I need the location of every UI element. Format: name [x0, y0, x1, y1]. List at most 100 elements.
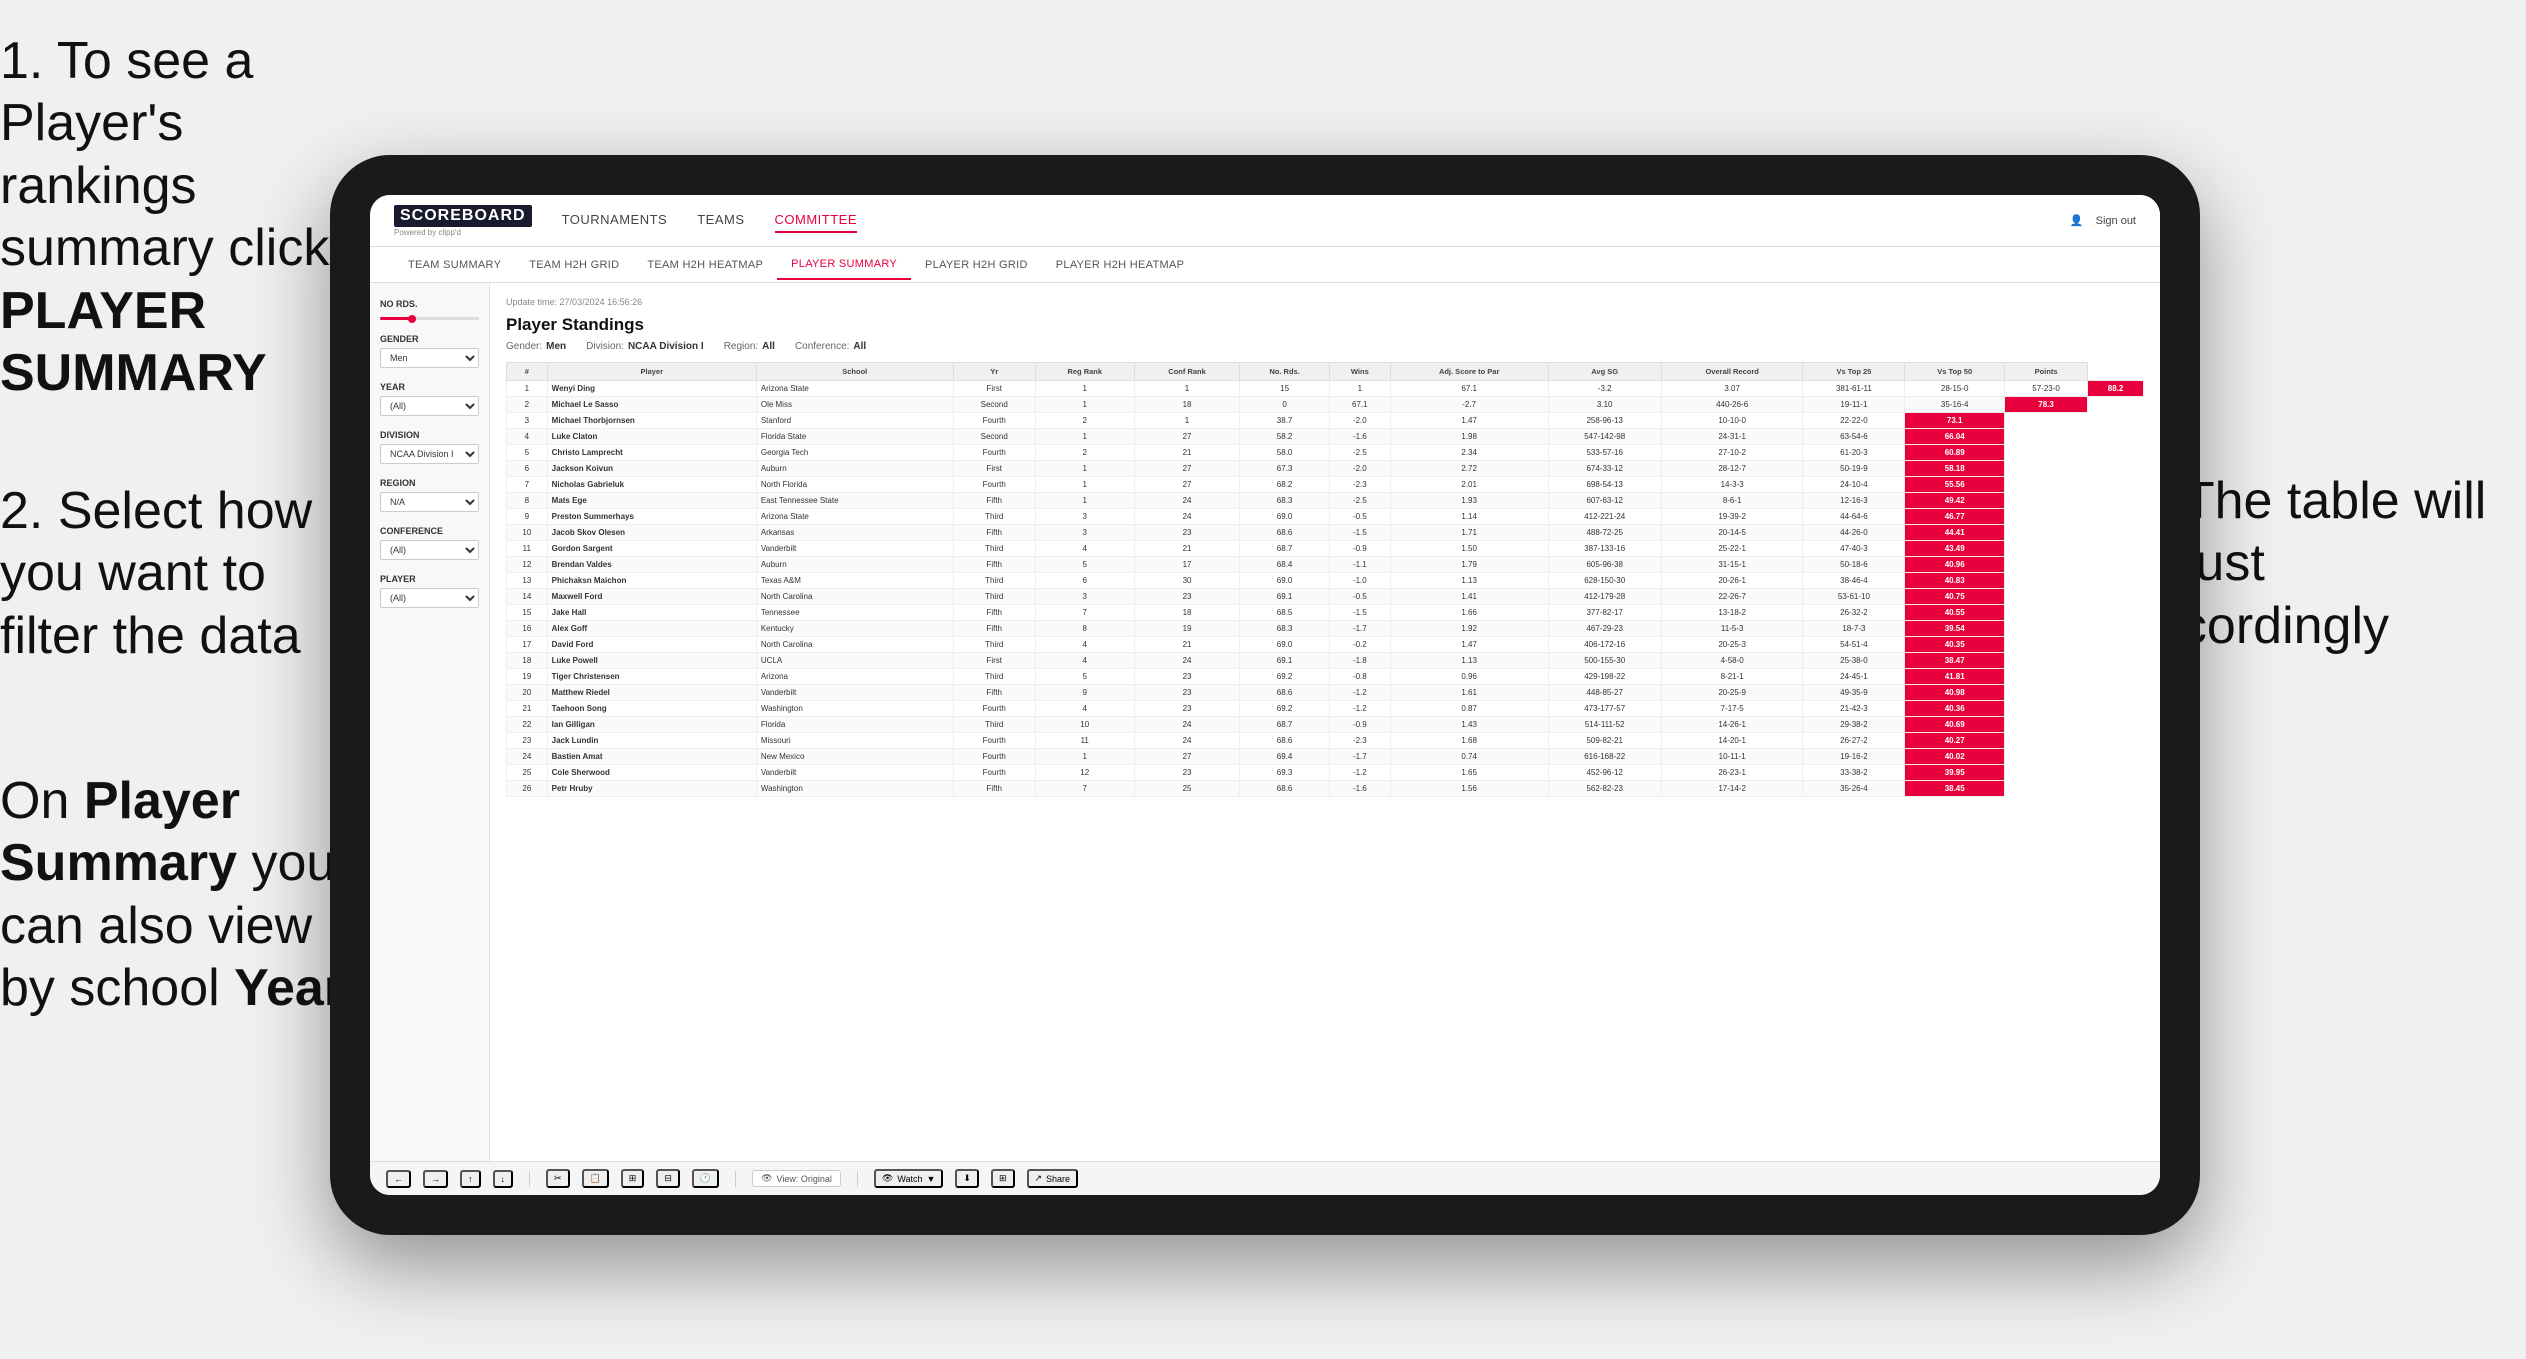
table-row: 20Matthew RiedelVanderbiltFifth92368.6-1… [507, 685, 2144, 701]
annotation-3-bottom: On Player Summary you can also view by s… [0, 770, 380, 1020]
sidebar-slider-thumb[interactable] [408, 315, 416, 323]
logo-text: SCOREBOARD [394, 205, 532, 227]
col-overall-record: Overall Record [1661, 363, 1803, 381]
nav-sub-player-h2h-heatmap[interactable]: PLAYER H2H HEATMAP [1042, 251, 1198, 279]
col-conf-rank: Conf Rank [1134, 363, 1240, 381]
annotation-1-text: 1. To see a Player's rankings summary cl… [0, 30, 380, 404]
sidebar: No Rds. Gender Men Year (All) [370, 283, 490, 1161]
sidebar-division-select[interactable]: NCAA Division I [380, 444, 479, 464]
table-row: 15Jake HallTennesseeFifth71868.5-1.51.66… [507, 605, 2144, 621]
toolbar-plus-btn[interactable]: ⊞ [621, 1169, 645, 1188]
nav-sub-player-h2h-grid[interactable]: PLAYER H2H GRID [911, 251, 1042, 279]
table-row: 21Taehoon SongWashingtonFourth42369.2-1.… [507, 701, 2144, 717]
nav-right: 👤 Sign out [2070, 214, 2136, 227]
nav-sub-team-h2h-grid[interactable]: TEAM H2H GRID [515, 251, 633, 279]
sidebar-conference-label: Conference [380, 526, 479, 536]
sidebar-division: Division NCAA Division I [380, 430, 479, 464]
annotation-2: 2. Select how you want to filter the dat… [0, 480, 360, 667]
logo-powered: Powered by clipp'd [394, 228, 532, 237]
toolbar-down-btn[interactable]: ↓ [493, 1170, 514, 1188]
toolbar-sep-3 [857, 1171, 858, 1187]
sidebar-slider-track [380, 317, 479, 320]
table-row: 2Michael Le SassoOle MissSecond118067.1-… [507, 397, 2144, 413]
nav-sub-team-summary[interactable]: TEAM SUMMARY [394, 251, 515, 279]
table-row: 25Cole SherwoodVanderbiltFourth122369.3-… [507, 765, 2144, 781]
toolbar-time-btn[interactable]: 🕐 [692, 1169, 719, 1188]
sign-out-link[interactable]: Sign out [2096, 215, 2136, 227]
table-header-section: Player Standings Gender: Men Division: N… [506, 315, 2144, 352]
annotation-1: 1. To see a Player's rankings summary cl… [0, 30, 380, 404]
toolbar-watch-btn[interactable]: 👁 Watch ▼ [874, 1169, 944, 1188]
toolbar-share-btn[interactable]: ↗ Share [1027, 1169, 1079, 1188]
col-adj-score: Adj. Score to Par [1390, 363, 1548, 381]
main-content: No Rds. Gender Men Year (All) [370, 283, 2160, 1161]
nav-item-tournaments[interactable]: TOURNAMENTS [562, 208, 668, 233]
toolbar-minus-btn[interactable]: ⊟ [656, 1169, 680, 1188]
table-head: # Player School Yr Reg Rank Conf Rank No… [507, 363, 2144, 381]
nav-sub-player-summary[interactable]: PLAYER SUMMARY [777, 250, 911, 280]
table-row: 17David FordNorth CarolinaThird42169.0-0… [507, 637, 2144, 653]
sidebar-conference: Conference (All) [380, 526, 479, 560]
nav-top: SCOREBOARD Powered by clipp'd TOURNAMENT… [370, 195, 2160, 247]
toolbar-up-btn[interactable]: ↑ [460, 1170, 481, 1188]
toolbar-download-btn[interactable]: ⬇ [955, 1169, 979, 1188]
tablet-device: SCOREBOARD Powered by clipp'd TOURNAMENT… [330, 155, 2200, 1235]
toolbar-copy-btn[interactable]: 📋 [582, 1169, 609, 1188]
col-reg-rank: Reg Rank [1035, 363, 1134, 381]
table-row: 12Brendan ValdesAuburnFifth51768.4-1.11.… [507, 557, 2144, 573]
toolbar-grid-btn[interactable]: ⊞ [991, 1169, 1015, 1188]
toolbar-sep-2 [735, 1171, 736, 1187]
col-rank: # [507, 363, 548, 381]
toolbar-forward-btn[interactable]: → [423, 1170, 448, 1188]
table-row: 8Mats EgeEast Tennessee StateFifth12468.… [507, 493, 2144, 509]
table-area: Update time: 27/03/2024 16:56:26 Player … [490, 283, 2160, 1161]
sidebar-gender-select[interactable]: Men [380, 348, 479, 368]
sidebar-player: Player (All) [380, 574, 479, 608]
col-player: Player [547, 363, 756, 381]
sidebar-division-label: Division [380, 430, 479, 440]
table-header-row: # Player School Yr Reg Rank Conf Rank No… [507, 363, 2144, 381]
table-row: 4Luke ClatonFlorida StateSecond12758.2-1… [507, 429, 2144, 445]
annotation-2-text: 2. Select how you want to filter the dat… [0, 480, 360, 667]
player-standings-table: # Player School Yr Reg Rank Conf Rank No… [506, 362, 2144, 797]
nav-item-teams[interactable]: TEAMS [697, 208, 744, 233]
table-row: 18Luke PowellUCLAFirst42469.1-1.81.13500… [507, 653, 2144, 669]
nav-item-committee[interactable]: COMMITTEE [775, 208, 858, 233]
table-body: 1Wenyi DingArizona StateFirst1115167.1-3… [507, 381, 2144, 797]
table-row: 1Wenyi DingArizona StateFirst1115167.1-3… [507, 381, 2144, 397]
toolbar-back-btn[interactable]: ← [386, 1170, 411, 1188]
nav-items: TOURNAMENTS TEAMS COMMITTEE [562, 208, 2070, 233]
col-points: Points [2005, 363, 2088, 381]
sidebar-player-label: Player [380, 574, 479, 584]
sidebar-region-select[interactable]: N/A [380, 492, 479, 512]
sidebar-year: Year (All) [380, 382, 479, 416]
sidebar-gender: Gender Men [380, 334, 479, 368]
col-avg-sg: Avg SG [1548, 363, 1661, 381]
col-vs-top-50: Vs Top 50 [1905, 363, 2005, 381]
toolbar-cut-btn[interactable]: ✂ [546, 1169, 570, 1188]
nav-sub-team-h2h-heatmap[interactable]: TEAM H2H HEATMAP [633, 251, 777, 279]
toolbar-view-icon: 👁 [761, 1173, 772, 1184]
sidebar-year-select[interactable]: (All) [380, 396, 479, 416]
table-row: 10Jacob Skov OlesenArkansasFifth32368.6-… [507, 525, 2144, 541]
filter-region: Region: All [724, 341, 775, 352]
table-row: 26Petr HrubyWashingtonFifth72568.6-1.61.… [507, 781, 2144, 797]
filter-gender: Gender: Men [506, 341, 566, 352]
nav-icon-user: 👤 [2070, 214, 2084, 227]
sidebar-conference-select[interactable]: (All) [380, 540, 479, 560]
bottom-toolbar: ← → ↑ ↓ ✂ 📋 ⊞ ⊟ 🕐 👁 View: Original 👁 Wat… [370, 1161, 2160, 1195]
table-row: 3Michael ThorbjornsenStanfordFourth2138.… [507, 413, 2144, 429]
sidebar-player-select[interactable]: (All) [380, 588, 479, 608]
share-icon: ↗ [1035, 1173, 1043, 1184]
table-filters: Gender: Men Division: NCAA Division I Re… [506, 341, 2144, 352]
logo: SCOREBOARD Powered by clipp'd [394, 205, 532, 237]
table-row: 9Preston SummerhaysArizona StateThird324… [507, 509, 2144, 525]
filter-division: Division: NCAA Division I [586, 341, 704, 352]
tablet-screen: SCOREBOARD Powered by clipp'd TOURNAMENT… [370, 195, 2160, 1195]
filter-conference: Conference: All [795, 341, 866, 352]
col-no-rds: No. Rds. [1240, 363, 1330, 381]
table-row: 11Gordon SargentVanderbiltThird42168.7-0… [507, 541, 2144, 557]
toolbar-view[interactable]: 👁 View: Original [752, 1170, 841, 1187]
table-row: 23Jack LundinMissouriFourth112468.6-2.31… [507, 733, 2144, 749]
table-row: 16Alex GoffKentuckyFifth81968.3-1.71.924… [507, 621, 2144, 637]
